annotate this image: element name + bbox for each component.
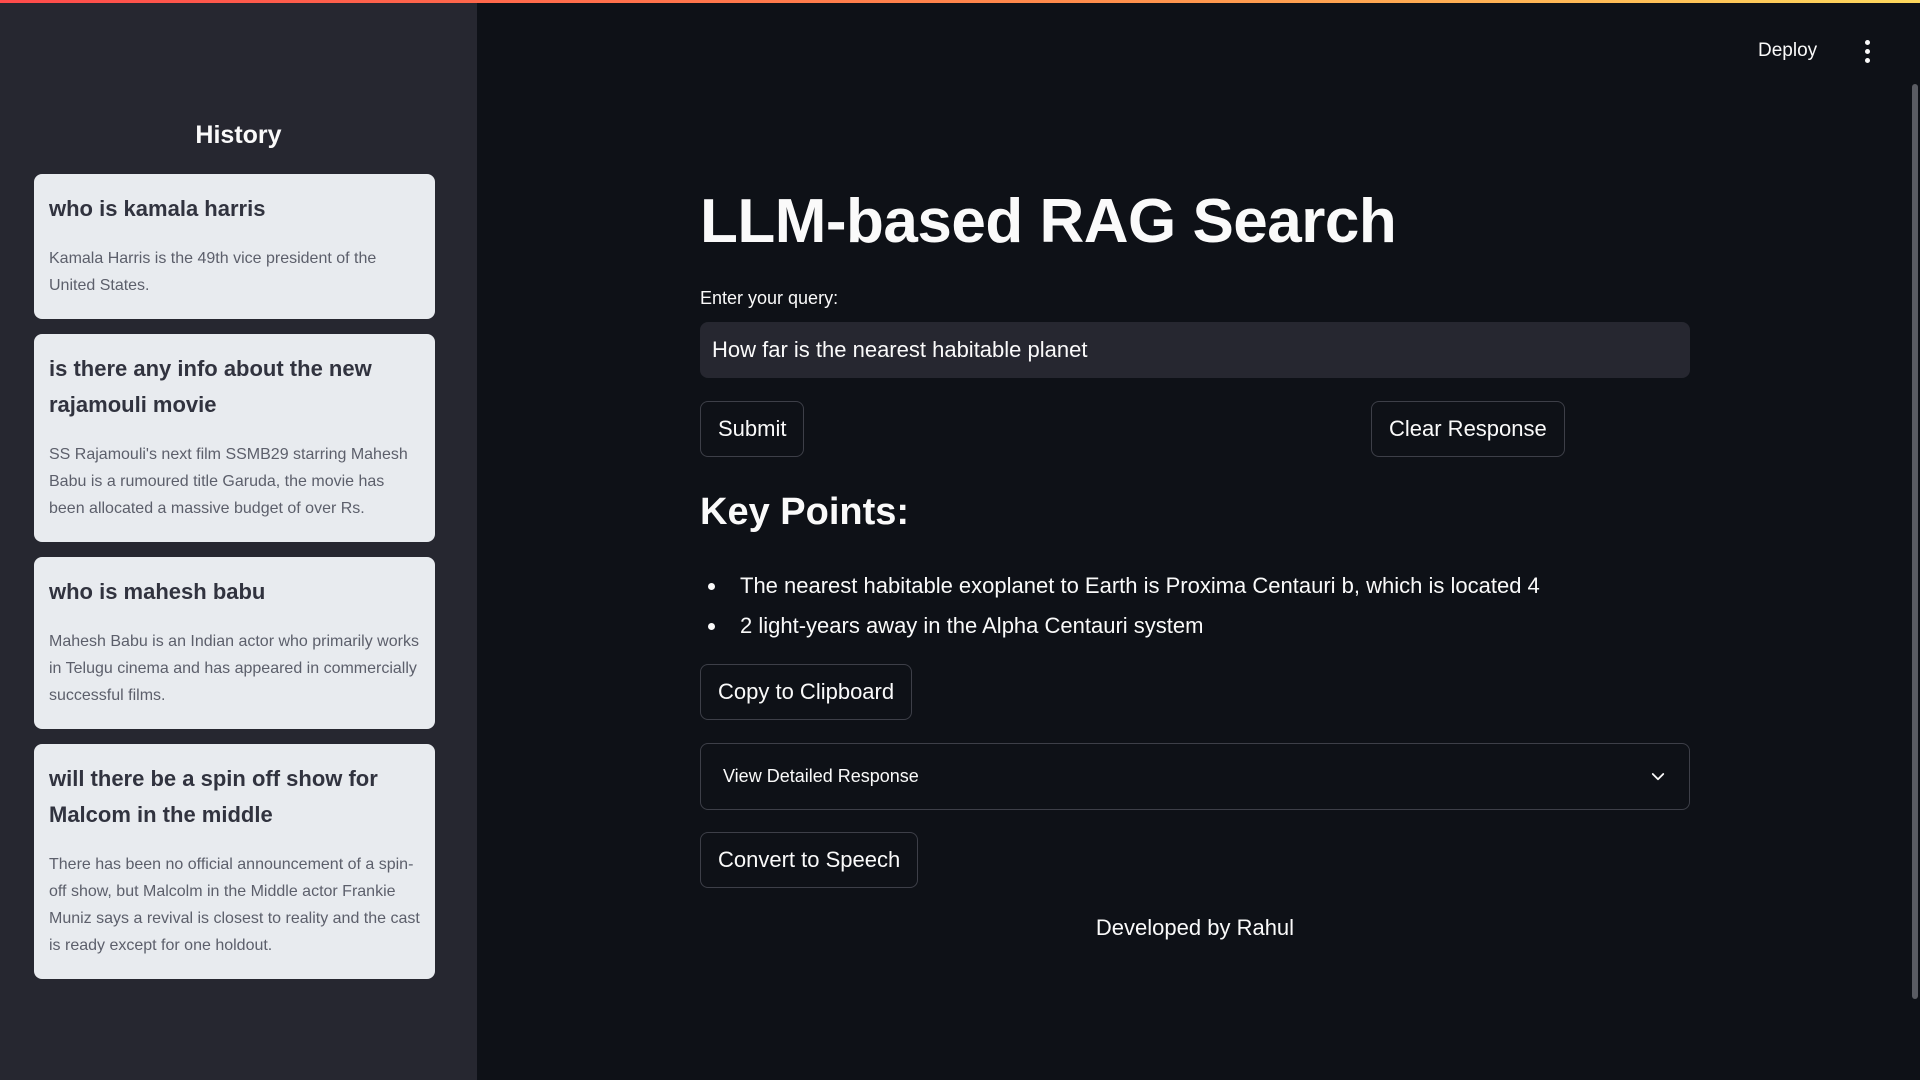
deploy-button[interactable]: Deploy — [1758, 38, 1817, 64]
detailed-response-expander[interactable]: View Detailed Response — [700, 743, 1690, 810]
key-point-text: 2 light-years away in the Alpha Centauri… — [740, 613, 1204, 638]
convert-to-speech-button[interactable]: Convert to Speech — [700, 832, 919, 888]
kebab-dot — [1864, 39, 1870, 45]
kebab-dot — [1864, 57, 1870, 63]
history-card[interactable]: who is kamala harris Kamala Harris is th… — [34, 174, 435, 319]
copy-to-clipboard-button[interactable]: Copy to Clipboard — [700, 664, 913, 720]
key-point-item: The nearest habitable exoplanet to Earth… — [700, 566, 1690, 606]
main-scrollbar[interactable] — [1912, 84, 1918, 999]
history-query: who is mahesh babu — [49, 579, 266, 604]
history-answer: Kamala Harris is the 49th vice president… — [49, 250, 377, 294]
history-card[interactable]: will there be a spin off show for Malcom… — [34, 744, 435, 979]
history-answer: There has been no official announcement … — [49, 856, 420, 954]
sidebar-title: History — [195, 121, 282, 149]
expander-label: View Detailed Response — [723, 766, 919, 786]
footer-credit: Developed by Rahul — [1095, 915, 1295, 940]
page-title: LLM-based RAG Search — [700, 187, 1397, 256]
history-query: will there be a spin off show for Malcom… — [49, 766, 378, 827]
kebab-dot — [1864, 48, 1870, 54]
bullet-icon — [708, 583, 715, 590]
history-answer: Mahesh Babu is an Indian actor who prima… — [49, 633, 419, 704]
history-card[interactable]: is there any info about the new rajamoul… — [34, 334, 435, 542]
history-list: who is kamala harris Kamala Harris is th… — [34, 174, 435, 979]
clear-response-button[interactable]: Clear Response — [1371, 401, 1565, 457]
query-input[interactable] — [700, 322, 1690, 378]
query-label: Enter your query: — [700, 288, 839, 308]
bullet-icon — [708, 623, 715, 630]
key-point-item: 2 light-years away in the Alpha Centauri… — [700, 606, 1690, 646]
sidebar: History who is kamala harris Kamala Harr… — [0, 0, 477, 1080]
key-points-list: The nearest habitable exoplanet to Earth… — [700, 566, 1690, 646]
history-query: who is kamala harris — [49, 196, 266, 221]
history-query: is there any info about the new rajamoul… — [49, 356, 372, 417]
history-card[interactable]: who is mahesh babu Mahesh Babu is an Ind… — [34, 557, 435, 729]
history-answer: SS Rajamouli's next film SSMB29 starring… — [49, 446, 408, 517]
submit-button[interactable]: Submit — [700, 401, 805, 457]
key-point-text: The nearest habitable exoplanet to Earth… — [740, 573, 1540, 598]
top-accent-bar — [0, 0, 1920, 3]
chevron-down-icon — [1651, 772, 1665, 780]
kebab-menu-icon[interactable] — [1857, 38, 1877, 64]
key-points-title: Key Points: — [700, 491, 910, 533]
